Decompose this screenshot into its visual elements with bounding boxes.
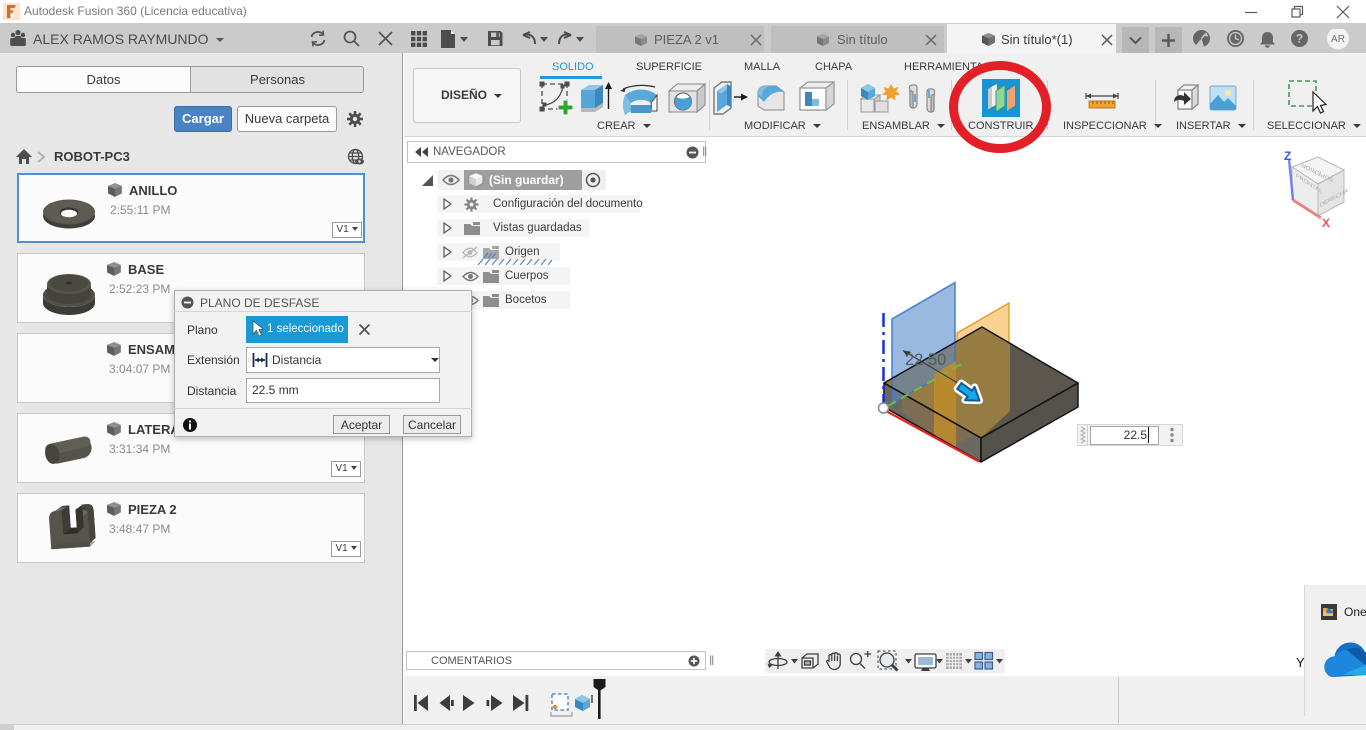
svg-text:Z: Z (1284, 149, 1291, 163)
svg-text:X: X (1322, 216, 1330, 230)
svg-text:AR: AR (1331, 34, 1345, 45)
svg-text:22.50: 22.50 (905, 351, 946, 369)
svg-text:?: ? (1296, 32, 1303, 46)
